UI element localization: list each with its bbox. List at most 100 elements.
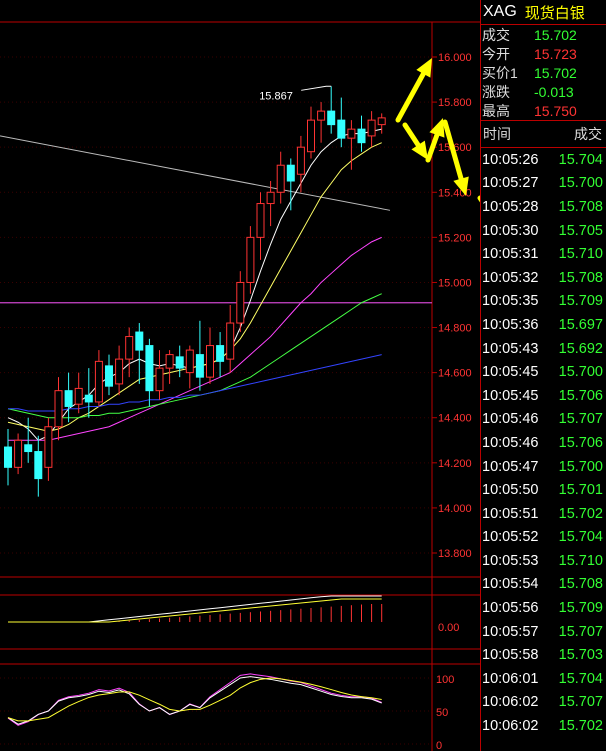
candle xyxy=(105,354,113,396)
tick-price: 15.709 xyxy=(558,293,603,310)
ticks-list[interactable]: 10:05:26 15.704 10:05:27 15.700 10:05:28 15.7… xyxy=(481,148,606,738)
arrow-down-1-shaft xyxy=(402,122,421,148)
price-tick-label: 14.600 xyxy=(438,368,472,380)
tick-price: 15.708 xyxy=(558,576,603,593)
candle xyxy=(226,305,235,373)
candle xyxy=(64,372,73,423)
candle-body xyxy=(327,110,336,126)
tick-time: 10:06:02 xyxy=(482,718,539,735)
price-tick-label: 15.000 xyxy=(438,277,472,289)
tick-price: 15.708 xyxy=(558,269,603,286)
tick-row: 10:05:52 15.704 xyxy=(481,526,606,550)
tick-row: 10:05:30 15.705 xyxy=(481,219,606,243)
tick-price: 15.705 xyxy=(558,222,603,239)
tick-price: 15.709 xyxy=(558,600,603,617)
tick-row: 10:05:26 15.704 xyxy=(481,148,606,172)
tick-time: 10:05:35 xyxy=(482,293,539,310)
tick-price: 15.710 xyxy=(558,246,603,263)
tick-row: 10:05:31 15.710 xyxy=(481,242,606,266)
tick-price: 15.707 xyxy=(558,623,603,640)
candle-body xyxy=(367,119,376,137)
candle-body xyxy=(307,119,315,153)
symbol-code: XAG xyxy=(483,3,517,20)
tick-row: 10:06:02 15.702 xyxy=(481,714,606,738)
candle-body xyxy=(115,358,124,385)
candle-body xyxy=(296,146,305,175)
candle-body xyxy=(357,128,366,144)
candle xyxy=(286,158,295,211)
tick-time: 10:05:50 xyxy=(482,482,539,499)
tick-time: 10:05:45 xyxy=(482,364,539,381)
quote-label: 最高 xyxy=(482,102,510,119)
candle-body xyxy=(276,164,285,193)
tick-time: 10:05:26 xyxy=(482,151,539,168)
price-tick-label: 15.200 xyxy=(438,232,472,244)
candle-body xyxy=(317,110,326,121)
tick-row: 10:05:46 15.707 xyxy=(481,408,606,432)
candle xyxy=(94,350,103,407)
tick-time: 10:05:28 xyxy=(482,198,539,215)
candle-body xyxy=(266,191,275,205)
quote-row: 涨跌 -0.013 xyxy=(481,82,606,101)
tick-time: 10:05:57 xyxy=(482,623,539,640)
candle xyxy=(115,345,124,396)
candlestick-chart[interactable]: 16.00015.80015.60015.40015.20015.00014.8… xyxy=(0,0,480,751)
tick-time: 10:06:02 xyxy=(482,694,539,711)
tick-row: 10:05:32 15.708 xyxy=(481,266,606,290)
tick-price: 15.707 xyxy=(558,694,603,711)
candle xyxy=(337,97,346,148)
price-tick-label: 16.000 xyxy=(438,52,472,64)
candle xyxy=(4,429,12,486)
price-tick-label: 15.800 xyxy=(438,97,472,109)
tick-price: 15.697 xyxy=(558,316,603,333)
candle xyxy=(307,106,315,159)
candle xyxy=(44,417,53,481)
tick-row: 10:05:28 15.708 xyxy=(481,195,606,219)
price-tick-label: 14.000 xyxy=(438,503,472,515)
tick-row: 10:05:36 15.697 xyxy=(481,313,606,337)
tick-row: 10:05:35 15.709 xyxy=(481,290,606,314)
tick-time: 10:05:31 xyxy=(482,246,539,263)
tick-time: 10:05:36 xyxy=(482,316,539,333)
quote-row: 买价1 15.702 xyxy=(481,63,606,82)
tick-price: 15.710 xyxy=(558,552,603,569)
kdj-tick-label: 0 xyxy=(436,740,442,751)
kdj-tick-label: 50 xyxy=(436,707,448,719)
candle-body xyxy=(74,387,83,405)
tick-price: 15.702 xyxy=(558,718,603,735)
tick-time: 10:05:53 xyxy=(482,552,539,569)
tick-row: 10:05:57 15.707 xyxy=(481,620,606,644)
tick-row: 10:05:53 15.710 xyxy=(481,549,606,573)
tick-row: 10:05:58 15.703 xyxy=(481,643,606,667)
tick-row: 10:05:54 15.708 xyxy=(481,573,606,597)
tick-price: 15.700 xyxy=(558,458,603,475)
tick-time: 10:05:51 xyxy=(482,505,539,522)
quote-label: 买价1 xyxy=(482,64,518,81)
candle-body xyxy=(236,281,245,324)
candle xyxy=(175,345,184,378)
candle xyxy=(195,320,204,391)
tick-price: 15.700 xyxy=(558,364,603,381)
high-marker-line xyxy=(301,85,332,91)
candle xyxy=(14,433,23,475)
candle-body xyxy=(34,451,43,480)
tick-row: 10:05:47 15.700 xyxy=(481,455,606,479)
candle xyxy=(236,271,245,333)
tick-time: 10:05:56 xyxy=(482,600,539,617)
ticks-header-price: 成交 xyxy=(574,126,602,142)
candle xyxy=(296,135,305,193)
arrow-up-1-shaft xyxy=(395,71,426,123)
ma-line xyxy=(8,354,382,412)
candle xyxy=(34,435,43,497)
tick-price: 15.703 xyxy=(558,647,603,664)
candle-body xyxy=(155,367,164,392)
candle-body xyxy=(175,356,184,369)
tick-price: 15.706 xyxy=(558,434,603,451)
quote-value: 15.750 xyxy=(534,102,577,119)
quote-value: 15.723 xyxy=(534,45,577,62)
tick-row: 10:06:01 15.704 xyxy=(481,667,606,691)
quote-row: 成交 15.702 xyxy=(481,25,606,44)
candle xyxy=(327,86,336,134)
candle-body xyxy=(145,345,154,392)
candle-body xyxy=(14,439,23,468)
